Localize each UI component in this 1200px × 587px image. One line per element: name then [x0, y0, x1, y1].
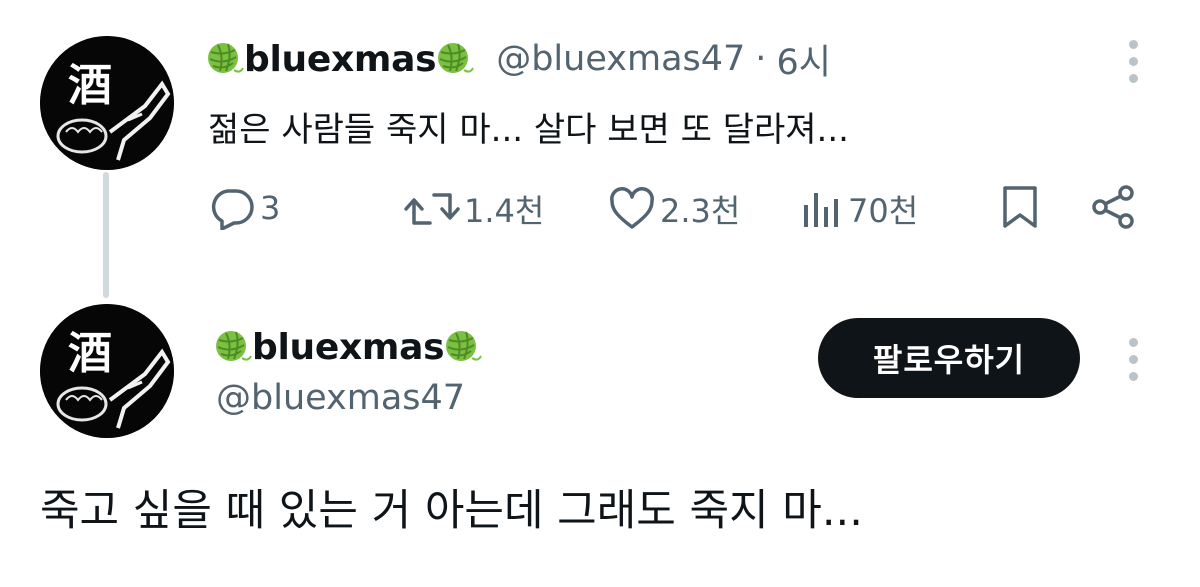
display-name[interactable]: bluexmas — [252, 327, 445, 368]
tweet-text: 죽고 싶을 때 있는 거 아는데 그래도 죽지 마... — [40, 486, 863, 536]
speech-bubble-icon — [211, 189, 254, 230]
views-button[interactable]: 70천 — [800, 186, 918, 232]
repost-count: 1.4천 — [464, 192, 545, 230]
yarn-ball-icon — [214, 328, 252, 366]
separator-dot: · — [755, 39, 767, 79]
tweet-header: bluexmas @bluexmas47 · 6시 — [206, 34, 831, 85]
bar-chart-icon — [804, 193, 838, 227]
bookmark-button[interactable] — [1000, 184, 1040, 230]
share-icon — [1092, 185, 1134, 229]
timestamp[interactable]: 6시 — [776, 34, 830, 85]
avatar-image: 酒 — [40, 36, 174, 170]
repost-arrows-icon — [404, 193, 460, 225]
repost-button[interactable]: 1.4천 — [404, 186, 544, 232]
yarn-ball-icon — [436, 40, 475, 78]
reply-count: 3 — [260, 189, 281, 227]
tweet-text: 젊은 사람들 죽지 마... 살다 보면 또 달라져... — [208, 110, 849, 150]
heart-icon — [610, 187, 654, 229]
display-name[interactable]: bluexmas — [244, 39, 437, 80]
avatar[interactable]: 酒 — [40, 304, 174, 438]
bookmark-icon — [1003, 186, 1037, 228]
more-options-icon[interactable] — [1127, 40, 1139, 91]
like-count: 2.3천 — [660, 192, 741, 230]
avatar-glyph: 酒 — [68, 60, 112, 111]
like-button[interactable]: 2.3천 — [608, 186, 740, 232]
yarn-ball-icon — [206, 40, 244, 78]
avatar-glyph: 酒 — [68, 328, 112, 379]
follow-button[interactable]: 팔로우하기 — [818, 318, 1080, 398]
views-count: 70천 — [848, 192, 919, 230]
user-handle[interactable]: @bluexmas47 — [496, 39, 745, 79]
avatar-image: 酒 — [40, 304, 174, 438]
thread-connector — [103, 172, 109, 298]
yarn-ball-icon — [444, 328, 483, 366]
user-handle[interactable]: @bluexmas47 — [216, 378, 465, 418]
avatar[interactable]: 酒 — [40, 36, 174, 170]
more-options-icon[interactable] — [1127, 338, 1139, 389]
reply-button[interactable]: 3 — [208, 186, 280, 230]
author-name-row: bluexmas — [214, 324, 483, 370]
share-button[interactable] — [1090, 184, 1136, 230]
